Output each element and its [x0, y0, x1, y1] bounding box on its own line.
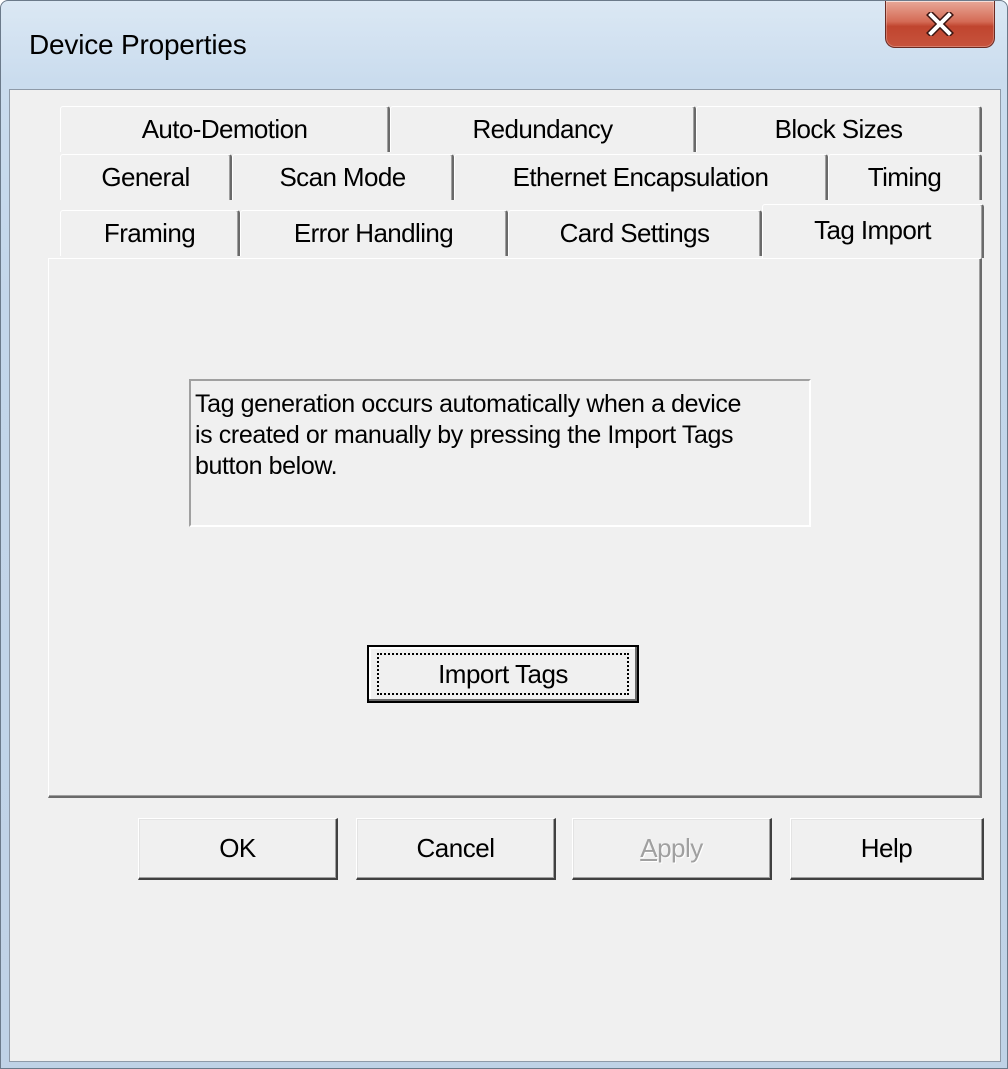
title-bar[interactable]: Device Properties: [1, 1, 1007, 89]
tab-label: Tag Import: [814, 215, 931, 245]
close-icon: [926, 12, 954, 36]
help-label: Help: [860, 833, 913, 863]
tab-ethernet-encapsulation[interactable]: Ethernet Encapsulation: [454, 154, 828, 200]
cancel-button[interactable]: Cancel: [356, 818, 556, 880]
tab-general[interactable]: General: [60, 154, 232, 200]
cancel-label: Cancel: [416, 833, 495, 863]
tab-label: Framing: [103, 218, 196, 248]
tab-framing[interactable]: Framing: [60, 210, 240, 256]
tab-label: Scan Mode: [279, 162, 406, 192]
tab-timing[interactable]: Timing: [828, 154, 982, 200]
info-text: Tag generation occurs automatically when…: [195, 390, 742, 480]
tab-label: Block Sizes: [774, 114, 903, 144]
apply-button[interactable]: Apply: [572, 818, 772, 880]
window-title: Device Properties: [29, 29, 247, 60]
tab-label: Ethernet Encapsulation: [512, 162, 769, 192]
import-tags-button[interactable]: Import Tags: [367, 645, 639, 703]
tab-card-settings[interactable]: Card Settings: [508, 210, 762, 256]
tab-label: Card Settings: [559, 218, 710, 248]
tab-label: Redundancy: [472, 114, 614, 144]
dialog-client-area: Auto-Demotion Redundancy Block Sizes Gen…: [9, 89, 1001, 1062]
tab-auto-demotion[interactable]: Auto-Demotion: [60, 106, 390, 152]
ok-label: OK: [219, 833, 256, 863]
apply-label: Apply: [640, 833, 703, 863]
info-box: Tag generation occurs automatically when…: [189, 379, 811, 527]
tab-error-handling[interactable]: Error Handling: [240, 210, 508, 256]
help-button[interactable]: Help: [790, 818, 984, 880]
tag-import-panel: Tag generation occurs automatically when…: [48, 258, 982, 798]
tab-label: Error Handling: [293, 218, 454, 248]
tab-tag-import[interactable]: Tag Import: [762, 204, 984, 258]
ok-button[interactable]: OK: [138, 818, 338, 880]
tab-label: General: [101, 162, 190, 192]
tab-block-sizes[interactable]: Block Sizes: [696, 106, 982, 152]
device-properties-window: Device Properties Auto-Demotion Redundan…: [0, 0, 1008, 1069]
tab-scan-mode[interactable]: Scan Mode: [232, 154, 454, 200]
tab-label: Timing: [867, 162, 942, 192]
tab-redundancy[interactable]: Redundancy: [390, 106, 696, 152]
close-button[interactable]: [885, 1, 995, 48]
tab-label: Auto-Demotion: [141, 114, 308, 144]
import-tags-label: Import Tags: [438, 658, 568, 689]
